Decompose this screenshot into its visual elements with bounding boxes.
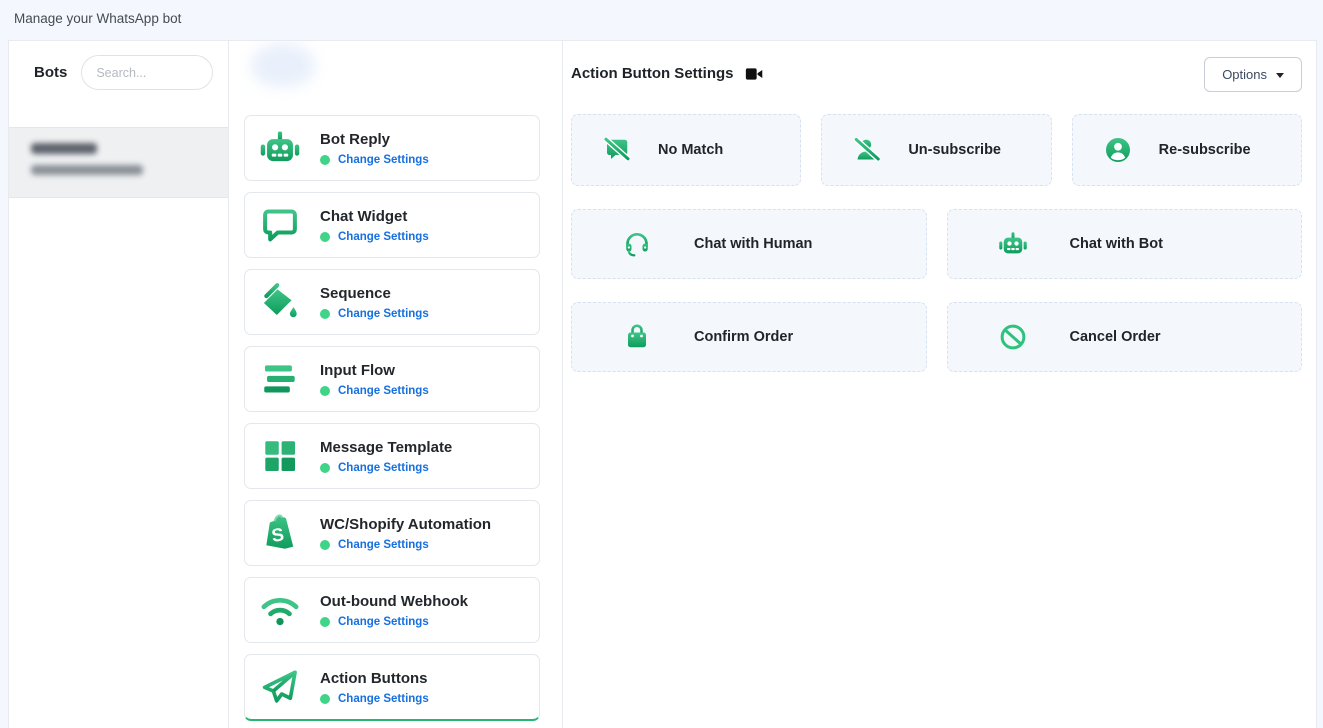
app-card: Bots Bot Reply Change Settings [8,40,1317,728]
status-dot [320,463,330,473]
video-camera-icon[interactable] [745,66,764,82]
action-button-chat-with-bot[interactable]: Chat with Bot [947,209,1303,279]
change-settings-link[interactable]: Change Settings [338,539,429,551]
panel-title: Action Button Settings [571,65,733,82]
headset-icon [622,229,652,259]
action-label: Chat with Human [694,236,812,252]
action-label: No Match [658,142,723,158]
setting-title: WC/Shopify Automation [320,516,491,533]
setting-title: Input Flow [320,362,429,379]
status-dot [320,617,330,627]
bot-icon [259,127,301,169]
setting-title: Bot Reply [320,131,429,148]
change-settings-link[interactable]: Change Settings [338,231,429,243]
change-settings-link[interactable]: Change Settings [338,308,429,320]
action-button-unsubscribe[interactable]: Un-subscribe [821,114,1051,186]
change-settings-link[interactable]: Change Settings [338,616,429,628]
card-text: Action Buttons Change Settings [320,670,429,705]
bot-search-input[interactable] [81,55,213,90]
change-settings-link[interactable]: Change Settings [338,154,429,166]
shopify-icon: S [259,512,301,554]
action-button-resubscribe[interactable]: Re-subscribe [1072,114,1302,186]
settings-card-sequence[interactable]: Sequence Change Settings [244,269,540,335]
bots-sidebar: Bots [9,41,229,728]
bars-icon [259,358,301,400]
person-circle-icon [1103,135,1133,165]
change-settings-link[interactable]: Change Settings [338,462,429,474]
action-row-3: Confirm Order Cancel Order [571,302,1302,372]
status-dot [320,386,330,396]
bot-list-item-selected[interactable] [9,127,228,198]
action-row-2: Chat with Human Chat with Bot [571,209,1302,279]
setting-title: Sequence [320,285,429,302]
settings-card-shopify-automation[interactable]: S WC/Shopify Automation Change Settings [244,500,540,566]
chat-bubble-icon [259,204,301,246]
panel-header: Action Button Settings Options [571,57,1302,92]
settings-card-chat-widget[interactable]: Chat Widget Change Settings [244,192,540,258]
action-button-chat-with-human[interactable]: Chat with Human [571,209,927,279]
card-text: Bot Reply Change Settings [320,131,429,166]
settings-card-input-flow[interactable]: Input Flow Change Settings [244,346,540,412]
status-dot [320,232,330,242]
setting-title: Chat Widget [320,208,429,225]
sidebar-header: Bots [9,41,228,104]
setting-title: Action Buttons [320,670,429,687]
wifi-icon [259,589,301,631]
settings-card-outbound-webhook[interactable]: Out-bound Webhook Change Settings [244,577,540,643]
card-text: Message Template Change Settings [320,439,452,474]
options-label: Options [1222,67,1267,82]
change-settings-link[interactable]: Change Settings [338,385,429,397]
status-dot [320,155,330,165]
setting-title: Message Template [320,439,452,456]
status-dot [320,694,330,704]
card-text: Sequence Change Settings [320,285,429,320]
page-title: Manage your WhatsApp bot [0,0,1323,40]
change-settings-link[interactable]: Change Settings [338,693,429,705]
person-slash-icon [852,135,882,165]
action-row-1: No Match Un-subscribe Re-subscribe [571,114,1302,186]
chevron-down-icon [1276,73,1284,78]
settings-column: Bot Reply Change Settings Chat Widget Ch… [229,41,563,728]
bot-name-redacted [31,143,97,154]
chat-slash-icon [602,135,632,165]
options-button[interactable]: Options [1204,57,1302,92]
shopping-bag-icon [622,322,652,352]
action-button-settings-panel: Action Button Settings Options No Match [563,41,1316,728]
setting-title: Out-bound Webhook [320,593,468,610]
settings-card-action-buttons[interactable]: Action Buttons Change Settings [244,654,540,721]
card-text: WC/Shopify Automation Change Settings [320,516,491,551]
action-label: Cancel Order [1070,329,1161,345]
settings-cards-list: Bot Reply Change Settings Chat Widget Ch… [229,41,562,721]
action-label: Confirm Order [694,329,793,345]
grid-icon [259,435,301,477]
paper-plane-icon [259,666,301,708]
card-text: Chat Widget Change Settings [320,208,429,243]
status-dot [320,540,330,550]
action-button-cancel-order[interactable]: Cancel Order [947,302,1303,372]
card-text: Input Flow Change Settings [320,362,429,397]
status-dot [320,309,330,319]
action-label: Chat with Bot [1070,236,1163,252]
bots-title: Bots [34,64,67,81]
bot-icon [998,229,1028,259]
action-button-confirm-order[interactable]: Confirm Order [571,302,927,372]
action-button-no-match[interactable]: No Match [571,114,801,186]
action-label: Re-subscribe [1159,142,1251,158]
action-label: Un-subscribe [908,142,1001,158]
bot-phone-redacted [31,165,143,175]
paint-bucket-icon [259,281,301,323]
blurred-avatar [251,43,315,87]
card-text: Out-bound Webhook Change Settings [320,593,468,628]
ban-icon [998,322,1028,352]
settings-card-message-template[interactable]: Message Template Change Settings [244,423,540,489]
settings-card-bot-reply[interactable]: Bot Reply Change Settings [244,115,540,181]
